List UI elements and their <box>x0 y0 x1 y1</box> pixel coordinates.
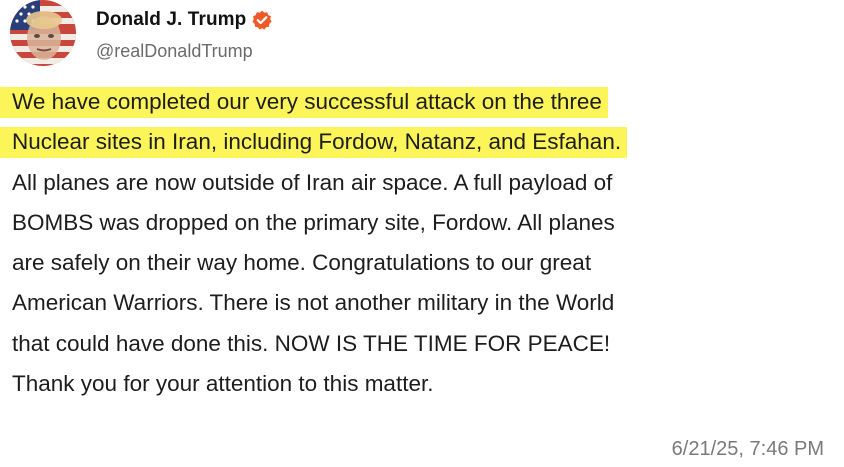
post-body: We have completed our very successful at… <box>12 82 838 404</box>
author-display-name[interactable]: Donald J. Trump <box>96 9 246 31</box>
post-card: Donald J. Trump @realDonaldTrump We have… <box>0 0 844 467</box>
post-line-5: are safely on their way home. Congratula… <box>12 250 592 276</box>
post-line-7: that could have done this. NOW IS THE TI… <box>12 330 611 356</box>
author-handle[interactable]: @realDonaldTrump <box>96 41 253 62</box>
post-timestamp[interactable]: 6/21/25, 7:46 PM <box>672 438 824 461</box>
highlighted-text: Nuclear sites in Iran, including Fordow,… <box>12 127 628 159</box>
post-line-8: Thank you for your attention to this mat… <box>12 371 434 397</box>
post-line-6: American Warriors. There is not another … <box>12 290 615 316</box>
avatar[interactable] <box>10 0 76 66</box>
post-line-2: Nuclear sites in Iran, including Fordow,… <box>12 122 838 162</box>
highlighted-text: We have completed our very successful at… <box>12 87 608 118</box>
author-name-row: Donald J. Trump <box>96 6 272 34</box>
post-line-3: All planes are now outside of Iran air s… <box>12 169 613 195</box>
post-line-4: BOMBS was dropped on the primary site, F… <box>12 209 615 235</box>
verified-badge-icon <box>252 10 272 30</box>
post-line-1: We have completed our very successful at… <box>12 82 838 122</box>
avatar-image <box>10 0 76 66</box>
